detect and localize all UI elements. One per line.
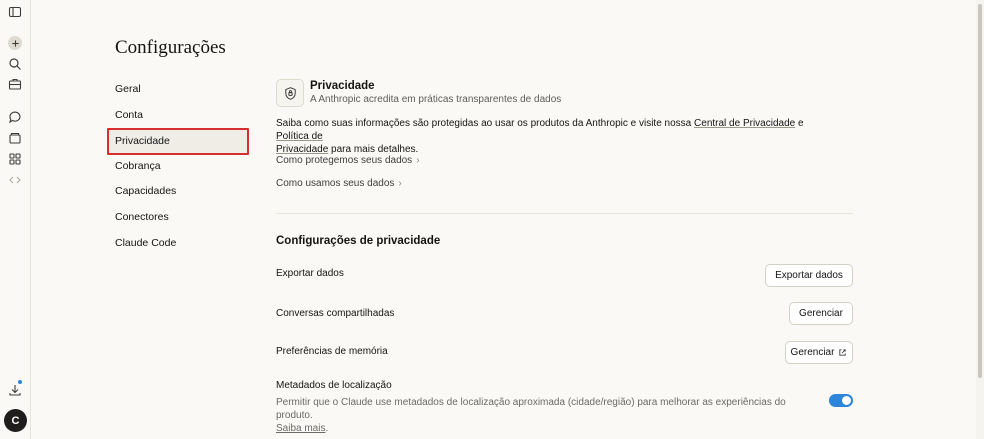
location-metadata-label: Metadados de localização xyxy=(276,380,392,391)
how-we-protect-label: Como protegemos seus dados xyxy=(276,155,413,166)
toggle-knob xyxy=(842,396,851,405)
sidebar-toggle-icon[interactable] xyxy=(7,4,23,20)
how-we-protect-link[interactable]: Como protegemos seus dados › xyxy=(276,155,420,166)
learn-more-link[interactable]: Saiba mais xyxy=(276,423,325,434)
search-icon[interactable] xyxy=(7,56,23,72)
how-we-use-label: Como usamos seus dados xyxy=(276,178,395,189)
chat-icon[interactable] xyxy=(7,109,23,125)
scrollbar[interactable] xyxy=(976,0,984,439)
shield-icon xyxy=(276,79,304,107)
notification-dot xyxy=(17,379,23,385)
privacy-policy-link[interactable]: Política de xyxy=(276,131,323,142)
location-desc-text: Permitir que o Claude use metadados de l… xyxy=(276,397,786,421)
avatar[interactable]: C xyxy=(4,409,27,432)
manage-memory-label: Gerenciar xyxy=(790,347,835,358)
scrollbar-thumb[interactable] xyxy=(978,4,982,378)
sidebar-item-privacidade[interactable]: Privacidade xyxy=(107,128,249,155)
manage-memory-button[interactable]: Gerenciar xyxy=(785,341,853,364)
location-metadata-toggle[interactable] xyxy=(829,394,853,407)
export-data-label: Exportar dados xyxy=(276,268,344,279)
privacy-title: Privacidade xyxy=(310,80,375,92)
location-metadata-description: Permitir que o Claude use metadados de l… xyxy=(276,397,786,434)
para-text: Saiba como suas informações são protegid… xyxy=(276,118,695,129)
manage-shared-button[interactable]: Gerenciar xyxy=(789,302,853,325)
code-icon[interactable] xyxy=(7,172,23,188)
chevron-right-icon: › xyxy=(416,155,420,166)
page-title: Configurações xyxy=(115,37,226,58)
chevron-right-icon: › xyxy=(398,178,402,189)
privacy-settings-heading: Configurações de privacidade xyxy=(276,235,441,247)
icon-rail: C xyxy=(0,0,31,439)
sidebar-item-conectores[interactable]: Conectores xyxy=(107,204,249,231)
sidebar-item-capacidades[interactable]: Capacidades xyxy=(107,178,249,205)
memory-preferences-label: Preferências de memória xyxy=(276,346,388,357)
new-chat-icon[interactable] xyxy=(8,36,22,50)
sidebar-item-cobranca[interactable]: Cobrança xyxy=(107,153,249,180)
how-we-use-link[interactable]: Como usamos seus dados › xyxy=(276,178,402,189)
para-end: para mais detalhes. xyxy=(328,144,419,155)
sidebar-item-conta[interactable]: Conta xyxy=(107,102,249,129)
privacy-center-link[interactable]: Central de Privacidade xyxy=(694,118,795,129)
external-link-icon xyxy=(839,349,847,356)
privacy-description: Saiba como suas informações são protegid… xyxy=(276,117,836,156)
export-data-button[interactable]: Exportar dados xyxy=(765,264,853,287)
sidebar-item-geral[interactable]: Geral xyxy=(107,76,249,103)
projects-icon[interactable] xyxy=(7,130,23,146)
para-and: e xyxy=(795,118,804,129)
sidebar-item-claude-code[interactable]: Claude Code xyxy=(107,230,249,257)
privacy-policy-link-cont[interactable]: Privacidade xyxy=(276,144,328,155)
artifacts-icon[interactable] xyxy=(7,151,23,167)
privacy-subtitle: A Anthropic acredita em práticas transpa… xyxy=(310,94,562,105)
briefcase-icon[interactable] xyxy=(7,76,23,92)
divider xyxy=(276,213,853,214)
shared-conversations-label: Conversas compartilhadas xyxy=(276,308,395,319)
